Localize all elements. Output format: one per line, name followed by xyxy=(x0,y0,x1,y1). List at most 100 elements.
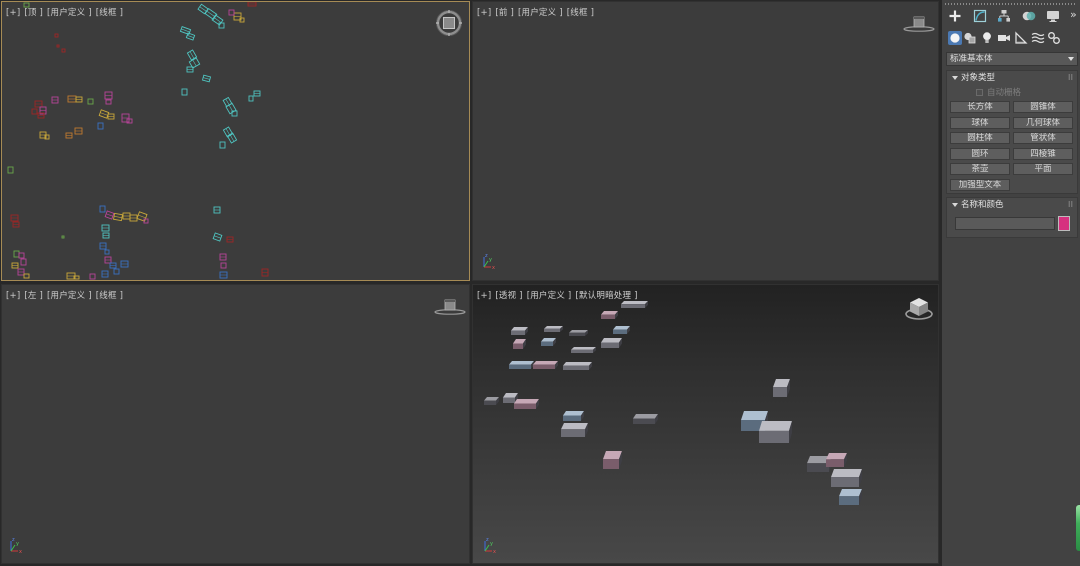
scene-object-wireframe[interactable] xyxy=(67,95,77,103)
scene-object-wireframe[interactable] xyxy=(89,273,96,280)
viewport-left[interactable]: [+] [左 ] [用户定义 ] [线框 ] zxy xyxy=(1,284,470,564)
scene-object-wireframe[interactable] xyxy=(18,252,25,259)
viewport-top-canvas[interactable] xyxy=(2,2,469,280)
scene-object-wireframe[interactable] xyxy=(121,113,130,123)
scene-object-shaded[interactable] xyxy=(484,397,499,405)
scene-object-wireframe[interactable] xyxy=(98,109,110,119)
object-category-dropdown[interactable]: 标准基本体 xyxy=(946,52,1078,66)
scene-object-wireframe[interactable] xyxy=(113,268,120,275)
geosphere-button[interactable]: 几何球体 xyxy=(1013,116,1073,129)
viewport-front-canvas[interactable]: zxy xyxy=(473,2,938,280)
viewport-shading-preset-menu[interactable]: [用户定义 ] xyxy=(527,291,572,301)
scene-object-wireframe[interactable] xyxy=(23,273,30,279)
hierarchy-tab[interactable] xyxy=(997,9,1011,23)
create-tab[interactable] xyxy=(948,9,962,23)
viewport-point-of-view-menu[interactable]: [前 ] xyxy=(495,8,514,18)
geometry-category[interactable] xyxy=(948,31,962,45)
scene-object-wireframe[interactable] xyxy=(61,235,65,239)
viewport-display-mode-menu[interactable]: [线框 ] xyxy=(96,291,123,301)
rollout-grip-icon[interactable] xyxy=(1068,201,1073,207)
scene-object-shaded[interactable] xyxy=(533,361,558,369)
scene-object-wireframe[interactable] xyxy=(61,48,66,53)
scene-object-wireframe[interactable] xyxy=(87,98,94,105)
scene-object-wireframe[interactable] xyxy=(212,232,223,242)
scene-object-shaded[interactable] xyxy=(759,421,792,443)
viewcube-icon[interactable] xyxy=(435,9,462,37)
pyramid-button[interactable]: 四棱锥 xyxy=(1013,147,1073,160)
scene-object-wireframe[interactable] xyxy=(104,256,112,264)
scene-object-shaded[interactable] xyxy=(839,489,862,505)
scene-object-wireframe[interactable] xyxy=(54,33,59,38)
scene-object-shaded[interactable] xyxy=(633,414,658,424)
scene-object-wireframe[interactable] xyxy=(218,22,225,29)
viewport-display-mode-menu[interactable]: [线框 ] xyxy=(567,8,594,18)
torus-button[interactable]: 圆环 xyxy=(950,147,1010,160)
scene-object-wireframe[interactable] xyxy=(105,99,112,105)
cone-button[interactable]: 圆锥体 xyxy=(1013,101,1073,113)
teapot-button[interactable]: 茶壶 xyxy=(950,163,1010,175)
scene-object-shaded[interactable] xyxy=(621,301,648,308)
scene-object-shaded[interactable] xyxy=(826,453,847,467)
name-and-color-rollout-header[interactable]: 名称和颜色 xyxy=(947,198,1077,212)
scene-object-wireframe[interactable] xyxy=(186,66,194,73)
scene-object-wireframe[interactable] xyxy=(120,260,129,268)
scene-object-wireframe[interactable] xyxy=(101,270,109,278)
scene-object-wireframe[interactable] xyxy=(219,271,228,279)
cameras-category[interactable] xyxy=(997,31,1011,45)
viewport-shading-preset-menu[interactable]: [用户定义 ] xyxy=(518,8,563,18)
plane-button[interactable]: 平面 xyxy=(1013,163,1073,175)
scene-object-wireframe[interactable] xyxy=(201,74,212,83)
viewcube-icon[interactable] xyxy=(434,299,466,315)
viewport-point-of-view-menu[interactable]: [左 ] xyxy=(24,291,43,301)
lights-category[interactable] xyxy=(980,31,994,45)
scene-object-wireframe[interactable] xyxy=(109,262,117,269)
scene-object-wireframe[interactable] xyxy=(129,214,138,222)
viewport-front[interactable]: [+] [前 ] [用户定义 ] [线框 ] zxy xyxy=(472,1,939,281)
object-color-swatch[interactable] xyxy=(1058,216,1070,231)
viewport-shading-preset-menu[interactable]: [用户定义 ] xyxy=(47,291,92,301)
scene-object-wireframe[interactable] xyxy=(10,214,19,222)
scene-object-wireframe[interactable] xyxy=(102,232,110,239)
panel-drag-grip[interactable] xyxy=(945,3,1077,5)
scene-object-wireframe[interactable] xyxy=(219,141,226,149)
scene-object-wireframe[interactable] xyxy=(253,90,261,97)
scene-object-wireframe[interactable] xyxy=(51,96,59,104)
viewport-plus-menu[interactable]: [+] xyxy=(6,291,20,301)
viewport-display-mode-menu[interactable]: [默认明暗处理 ] xyxy=(575,291,637,301)
scene-object-wireframe[interactable] xyxy=(99,242,107,250)
scene-object-shaded[interactable] xyxy=(601,338,622,348)
viewport-plus-menu[interactable]: [+] xyxy=(477,8,491,18)
scene-object-wireframe[interactable] xyxy=(74,127,83,135)
scene-object-wireframe[interactable] xyxy=(220,262,227,269)
scene-object-wireframe[interactable] xyxy=(181,88,188,96)
scene-object-shaded[interactable] xyxy=(561,423,588,437)
scene-object-shaded[interactable] xyxy=(511,327,528,335)
scene-object-wireframe[interactable] xyxy=(104,91,113,100)
scene-object-wireframe[interactable] xyxy=(228,9,235,16)
viewport-left-canvas[interactable]: zxy xyxy=(2,285,469,563)
scene-object-shaded[interactable] xyxy=(569,330,588,336)
scene-object-shaded[interactable] xyxy=(509,361,534,369)
scene-object-wireframe[interactable] xyxy=(101,224,110,232)
scene-object-wireframe[interactable] xyxy=(122,212,131,220)
scene-object-shaded[interactable] xyxy=(603,451,622,469)
space-warps-category[interactable] xyxy=(1031,31,1045,45)
scene-object-shaded[interactable] xyxy=(544,326,563,332)
cylinder-button[interactable]: 圆柱体 xyxy=(950,132,1010,144)
scene-object-wireframe[interactable] xyxy=(17,268,25,276)
viewport-shading-preset-menu[interactable]: [用户定义 ] xyxy=(47,8,92,18)
viewport-plus-menu[interactable]: [+] xyxy=(477,291,491,301)
scene-object-wireframe[interactable] xyxy=(12,221,20,228)
scene-object-wireframe[interactable] xyxy=(222,96,233,108)
display-tab[interactable] xyxy=(1046,9,1060,23)
scene-object-wireframe[interactable] xyxy=(65,132,73,139)
scene-object-shaded[interactable] xyxy=(563,411,584,421)
scene-object-shaded[interactable] xyxy=(613,326,630,334)
viewport-point-of-view-menu[interactable]: [透视 ] xyxy=(495,291,522,301)
helpers-category[interactable] xyxy=(1014,31,1028,45)
scene-object-shaded[interactable] xyxy=(514,399,539,409)
scene-object-wireframe[interactable] xyxy=(104,249,110,255)
modify-tab[interactable] xyxy=(973,9,987,23)
scene-object-wireframe[interactable] xyxy=(247,2,257,7)
scene-object-wireframe[interactable] xyxy=(56,44,60,48)
